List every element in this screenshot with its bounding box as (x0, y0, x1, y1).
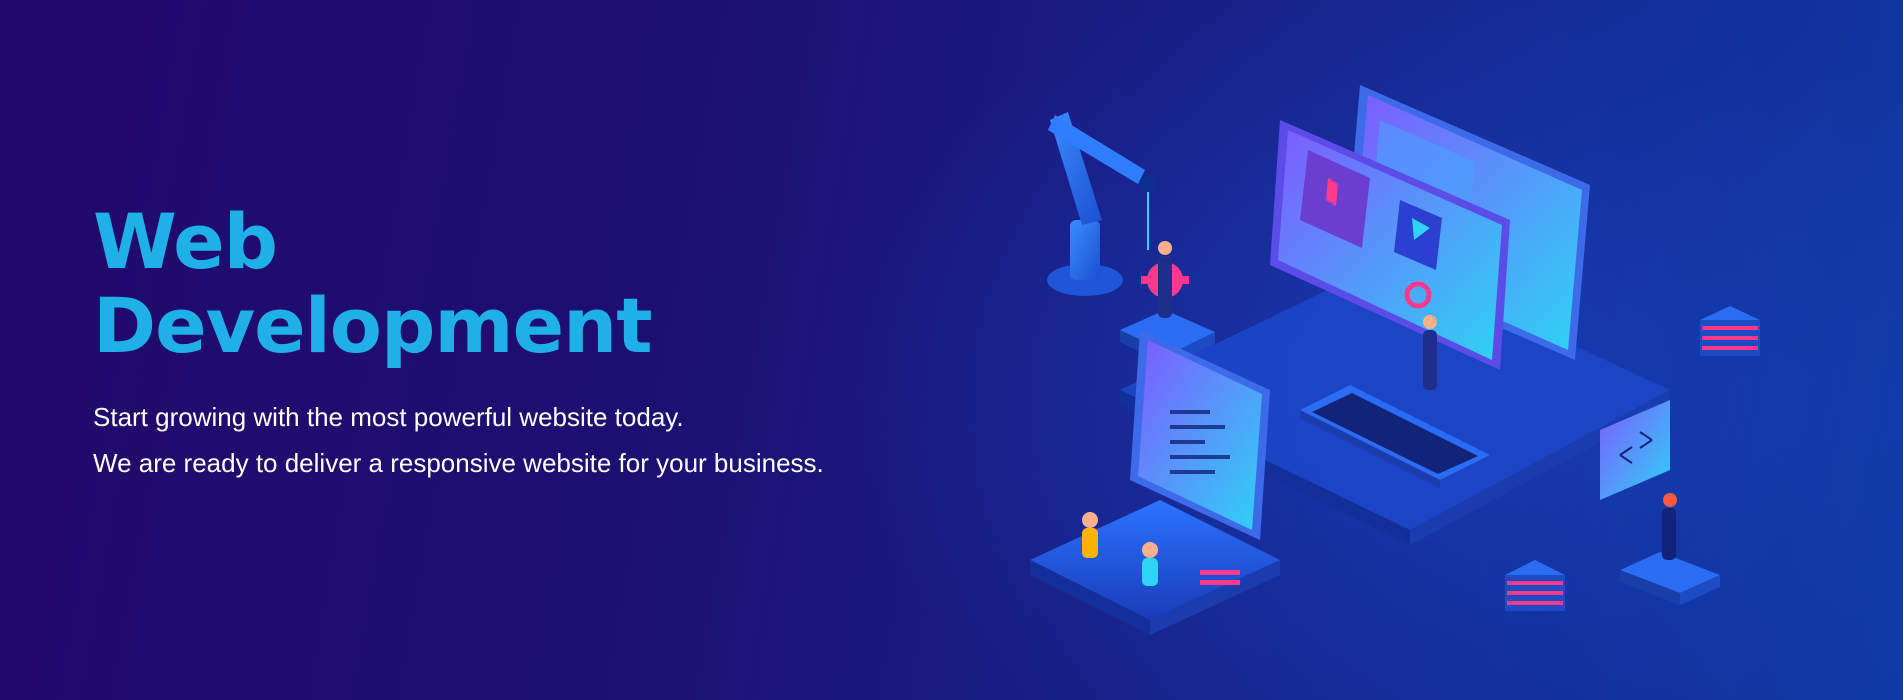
hero-text-block: Web Development Start growing with the m… (93, 200, 993, 486)
server-stack-icon (1505, 560, 1565, 611)
server-stack-icon (1700, 306, 1760, 356)
hero-banner: Web Development Start growing with the m… (0, 0, 1903, 700)
robot-arm-icon (1047, 112, 1157, 296)
web-development-illustration (1030, 85, 1760, 635)
title-line-2: Development (93, 281, 653, 370)
page-title: Web Development (93, 200, 993, 368)
person-icon (1423, 315, 1437, 390)
person-platform-icon (1620, 493, 1720, 605)
title-line-1: Web (93, 197, 278, 286)
subtitle-line-2: We are ready to deliver a responsive web… (93, 448, 824, 478)
subtitle-line-1: Start growing with the most powerful web… (93, 402, 684, 432)
